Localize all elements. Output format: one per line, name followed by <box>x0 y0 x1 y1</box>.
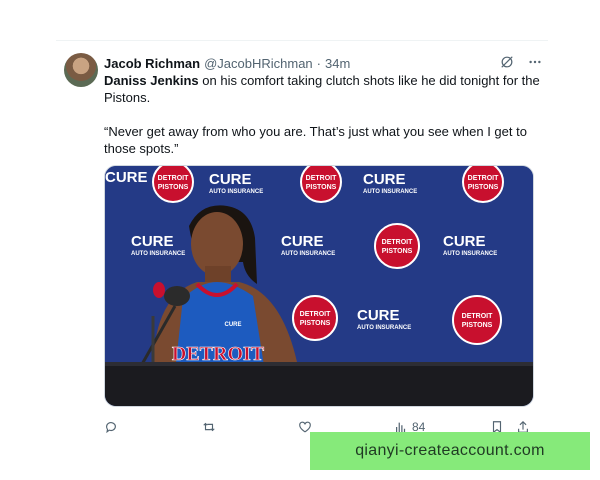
retweet-icon <box>203 422 215 432</box>
podium-table <box>105 362 533 406</box>
grok-icon[interactable] <box>500 55 514 71</box>
reply-icon <box>106 422 116 434</box>
cure-logo-sub: AUTO INSURANCE <box>281 251 335 257</box>
tweet-quote: “Never get away from who you are. That’s… <box>104 124 527 156</box>
tweet-card[interactable]: Jacob Richman @JacobHRichman · 34m Danis… <box>56 40 548 441</box>
separator: · <box>316 55 322 71</box>
watermark-banner: qianyi-createaccount.com <box>310 432 590 470</box>
press-conference-image: CURE DETROIT PISTONS CURE AUTO INSURANCE… <box>105 166 533 406</box>
cure-logo: CURE <box>105 169 148 186</box>
header-icons <box>500 55 542 71</box>
pistons-logo-bottom: PISTONS <box>306 184 337 191</box>
pistons-logo-bottom: PISTONS <box>382 248 413 255</box>
cure-logo-sub: AUTO INSURANCE <box>363 189 417 195</box>
tweet-header: Jacob Richman @JacobHRichman · 34m <box>104 53 542 73</box>
reply-button[interactable] <box>104 420 118 434</box>
retweet-button[interactable] <box>202 420 216 434</box>
cure-logo: CURE <box>357 307 400 324</box>
jersey-lettering: DETROIT <box>172 343 265 365</box>
pistons-logo-top: DETROIT <box>462 313 493 320</box>
cure-logo-sub: AUTO INSURANCE <box>209 189 263 195</box>
pistons-logo-bottom: PISTONS <box>158 184 189 191</box>
mention-link[interactable]: Daniss Jenkins <box>104 73 199 88</box>
cure-logo-sub: AUTO INSURANCE <box>131 251 185 257</box>
cure-logo: CURE <box>209 171 252 188</box>
tweet-text: Daniss Jenkins on his comfort taking clu… <box>104 72 540 157</box>
tweet-media[interactable]: CURE DETROIT PISTONS CURE AUTO INSURANCE… <box>104 165 534 407</box>
timestamp[interactable]: 34m <box>325 56 350 71</box>
author-name[interactable]: Jacob Richman <box>104 56 200 71</box>
pistons-logo-top: DETROIT <box>468 175 499 182</box>
author-handle[interactable]: @JacobHRichman <box>204 56 313 71</box>
cure-logo: CURE <box>281 233 324 250</box>
pistons-logo-top: DETROIT <box>306 175 337 182</box>
cure-logo: CURE <box>363 171 406 188</box>
cure-logo: CURE <box>131 233 174 250</box>
jersey-patch: CURE <box>224 322 241 328</box>
pistons-logo-bottom: PISTONS <box>462 322 493 329</box>
watermark-text: qianyi-createaccount.com <box>355 442 545 459</box>
pistons-logo-bottom: PISTONS <box>468 184 499 191</box>
pistons-logo-bottom: PISTONS <box>300 320 331 327</box>
pistons-logo-top: DETROIT <box>158 175 189 182</box>
cure-logo: CURE <box>443 233 486 250</box>
pistons-logo-top: DETROIT <box>382 239 413 246</box>
more-icon[interactable] <box>528 55 542 71</box>
avatar[interactable] <box>64 53 98 87</box>
cure-logo-sub: AUTO INSURANCE <box>443 251 497 257</box>
pistons-logo-top: DETROIT <box>300 311 331 318</box>
cure-logo-sub: AUTO INSURANCE <box>357 325 411 331</box>
